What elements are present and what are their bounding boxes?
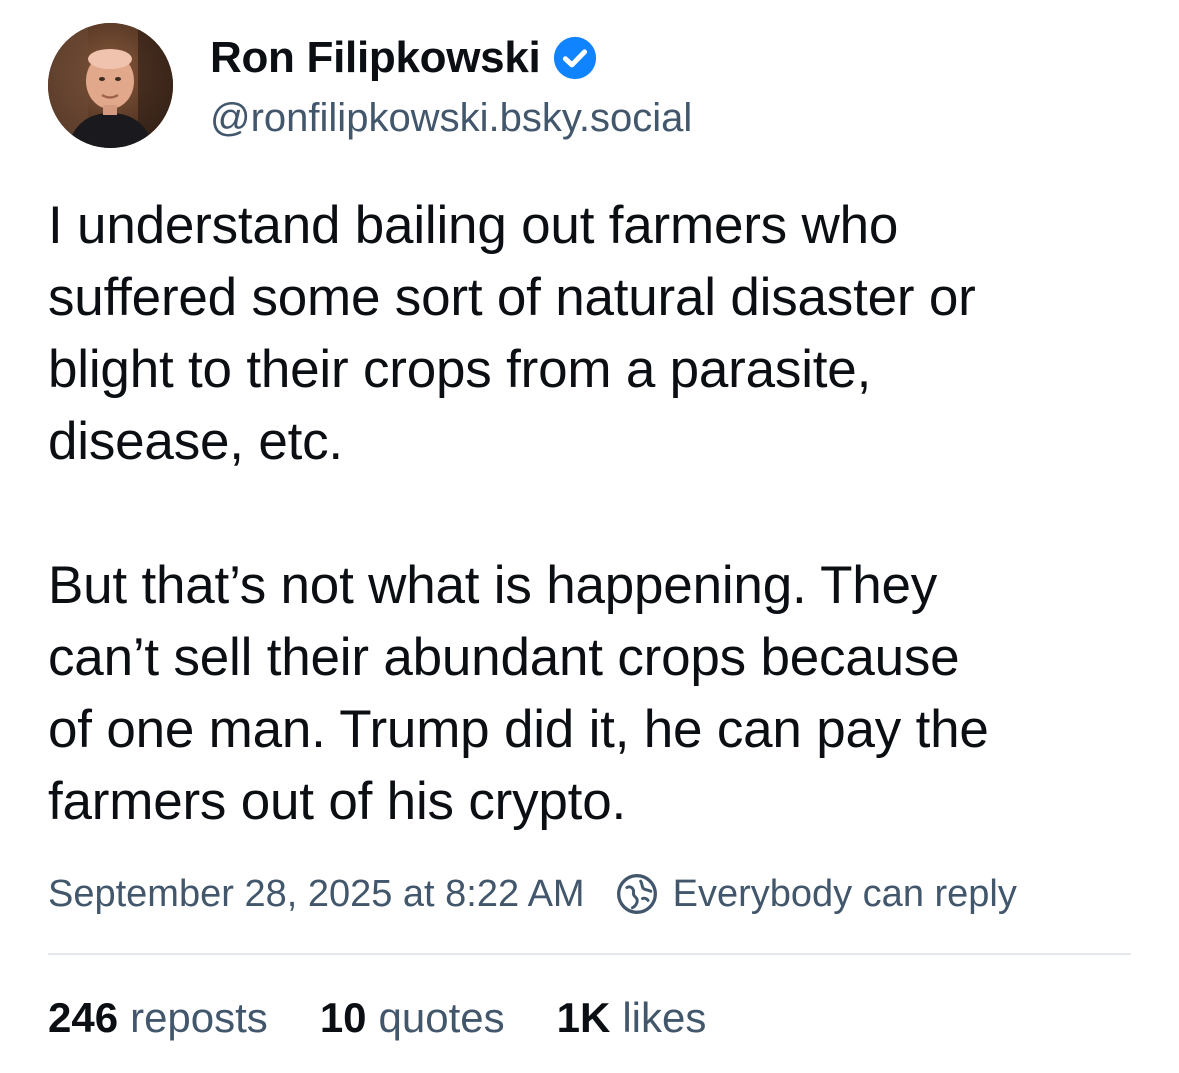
post-text: I understand bailing out farmers who suf… xyxy=(48,190,1138,838)
likes-label: likes xyxy=(622,994,707,1041)
divider xyxy=(48,953,1131,955)
post-meta: September 28, 2025 at 8:22 AM Everybody … xyxy=(48,866,1017,922)
verified-check-icon[interactable] xyxy=(552,35,598,81)
quotes-label: quotes xyxy=(378,994,505,1041)
post-paragraph: I understand bailing out farmers who suf… xyxy=(48,196,976,471)
reply-setting-label: Everybody can reply xyxy=(672,872,1017,915)
author-display-name[interactable]: Ron Filipkowski xyxy=(210,33,541,83)
likes-count: 1K xyxy=(556,994,611,1041)
author-name-row: Ron Filipkowski xyxy=(210,30,598,86)
reposts-label: reposts xyxy=(130,994,268,1041)
reposts-count: 246 xyxy=(48,994,119,1041)
earth-reply-icon xyxy=(616,874,657,914)
avatar-image xyxy=(48,23,173,148)
post-timestamp[interactable]: September 28, 2025 at 8:22 AM xyxy=(48,873,585,916)
reply-setting[interactable]: Everybody can reply xyxy=(615,872,1017,916)
quotes-count: 10 xyxy=(319,994,367,1041)
avatar[interactable] xyxy=(48,23,173,148)
quotes-stat[interactable]: 10 quotes xyxy=(320,994,505,1042)
post-paragraph: But that’s not what is happening. They c… xyxy=(48,556,989,831)
likes-stat[interactable]: 1K likes xyxy=(557,994,707,1042)
post-stats: 246 reposts 10 quotes 1K likes xyxy=(48,990,758,1046)
author-handle[interactable]: @ronfilipkowski.bsky.social xyxy=(210,96,692,141)
reposts-stat[interactable]: 246 reposts xyxy=(48,994,268,1042)
